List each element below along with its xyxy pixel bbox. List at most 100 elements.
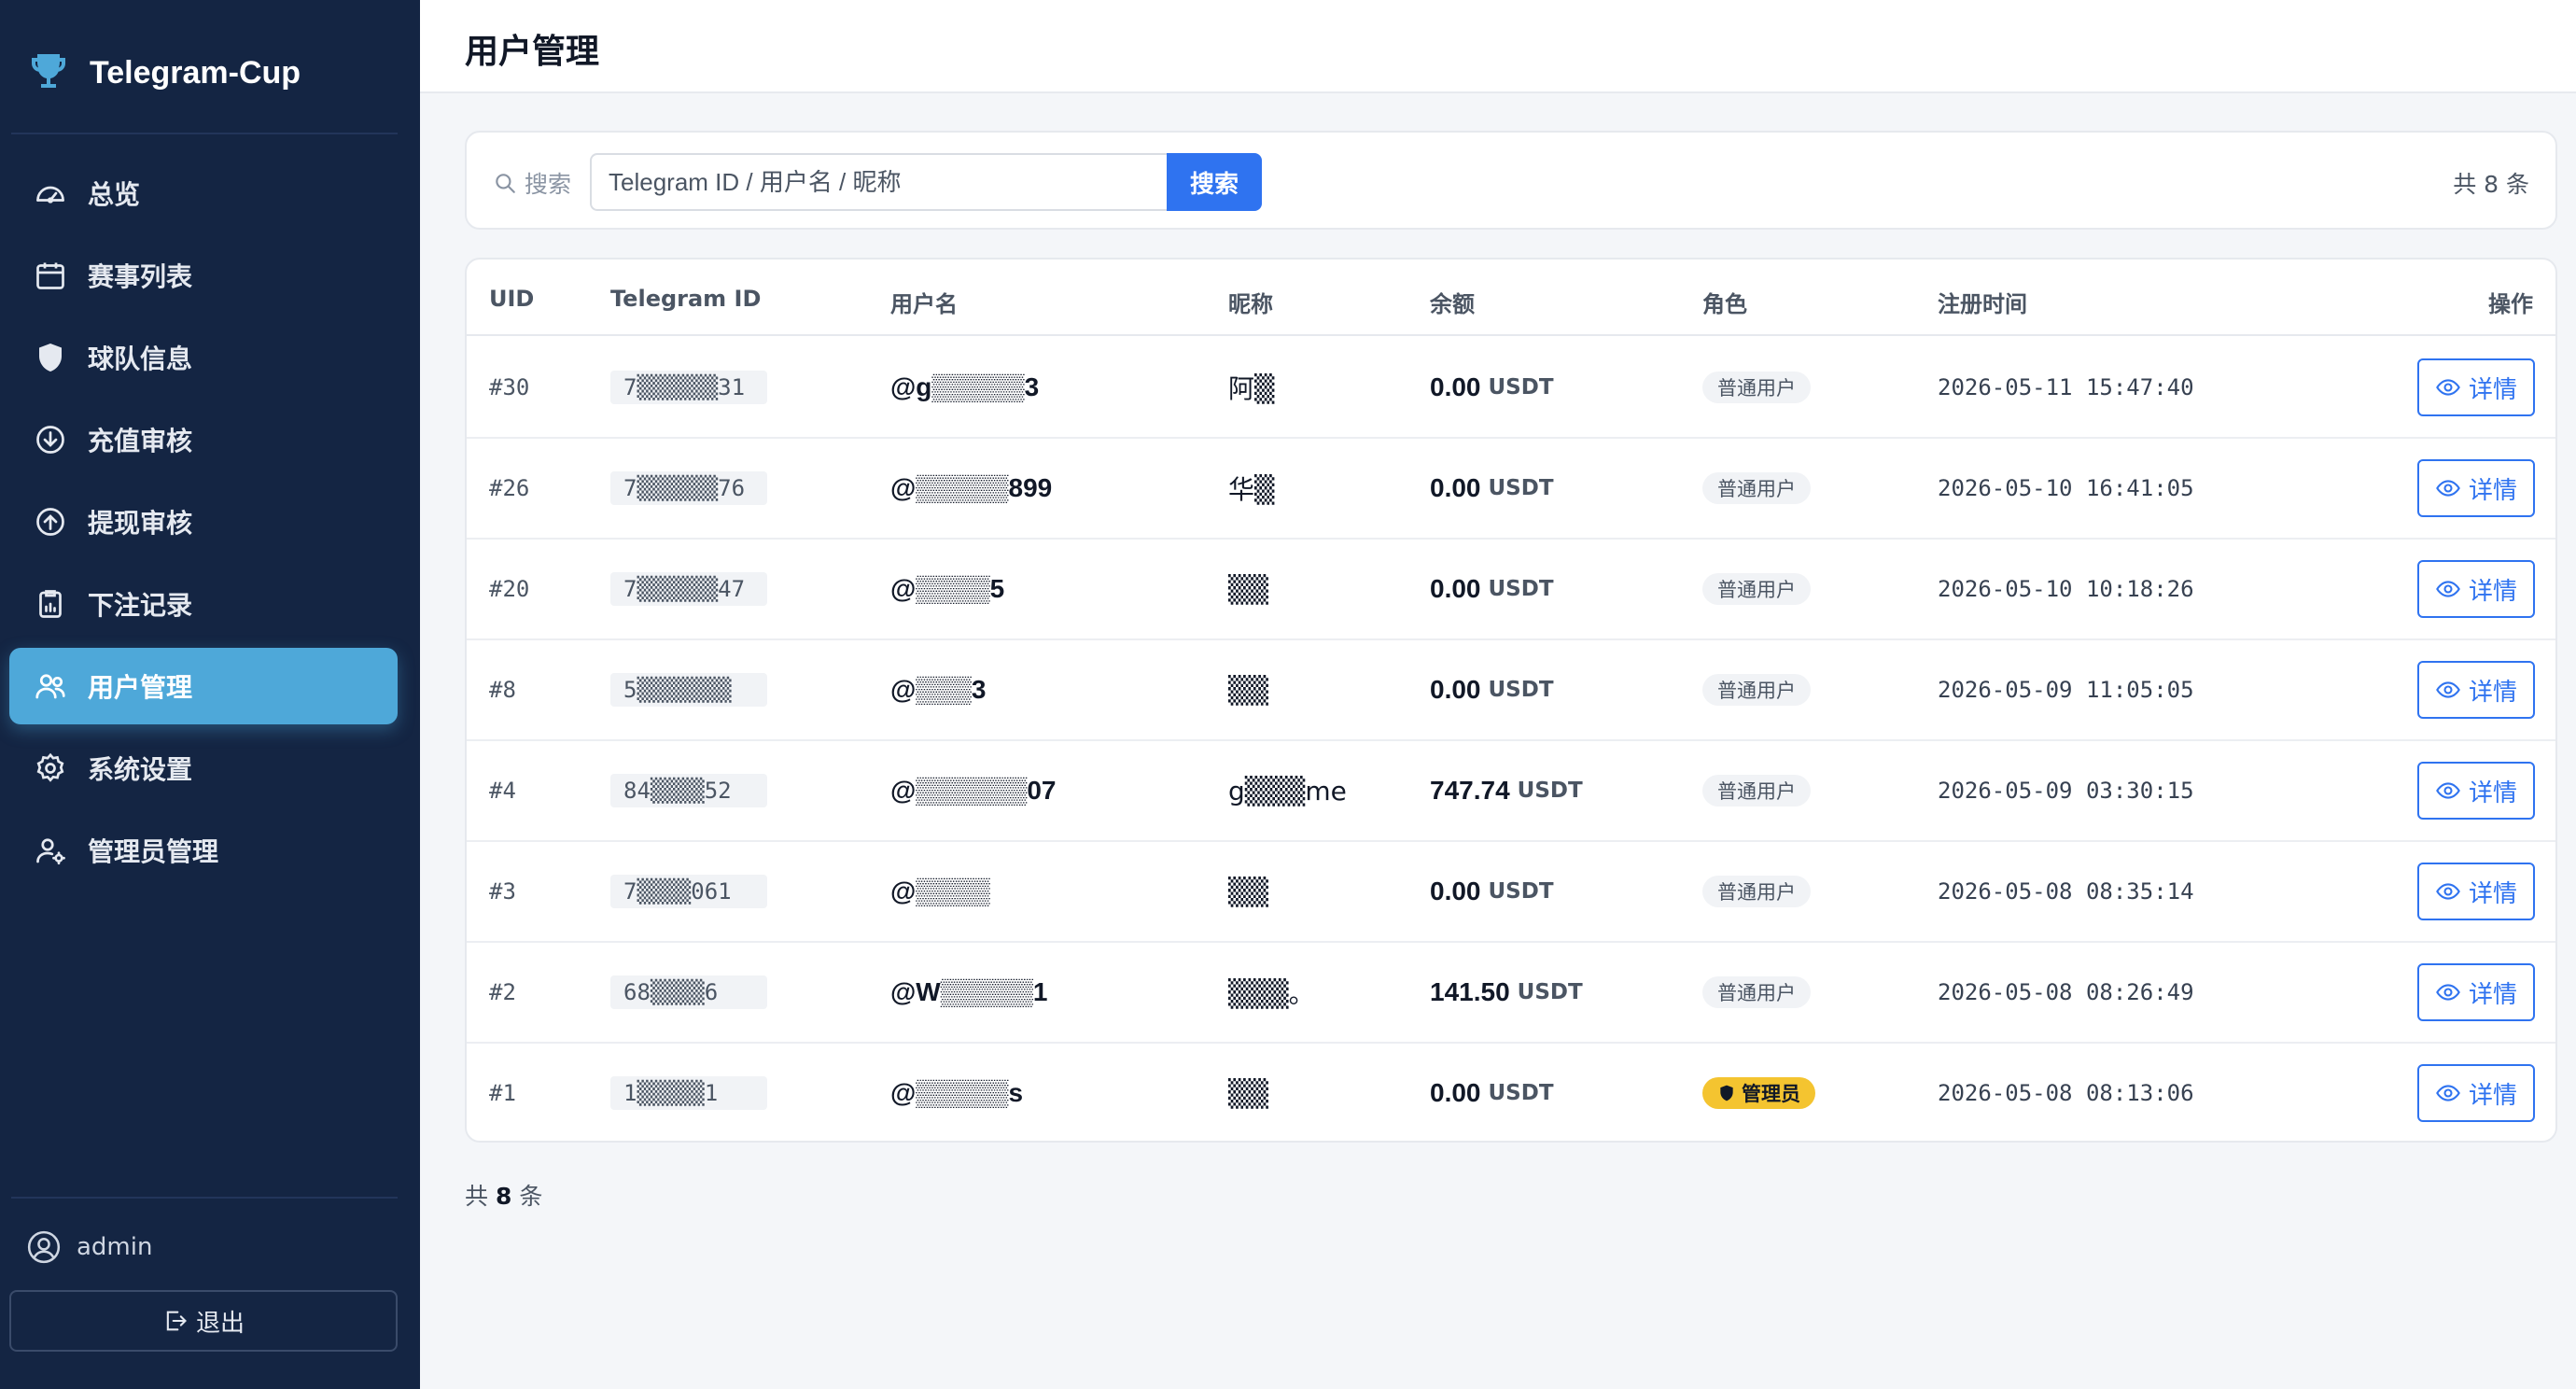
sidebar-item-matches[interactable]: 赛事列表: [9, 237, 398, 314]
detail-button[interactable]: 详情: [2417, 560, 2535, 618]
telegram-id: 7▒▒▒▒061: [610, 875, 767, 908]
role-cell: 普通用户: [1702, 439, 1811, 538]
balance-cell: 0.00 USDT: [1430, 640, 1554, 739]
sidebar-item-user-management[interactable]: 用户管理: [9, 648, 398, 724]
uid-cell: #30: [489, 374, 530, 400]
brand-title: Telegram-Cup: [90, 54, 301, 91]
eye-icon: [2436, 480, 2460, 497]
arrow-down-circle-icon: [36, 426, 64, 454]
role-badge: 普通用户: [1702, 674, 1811, 706]
sidebar-item-overview[interactable]: 总览: [9, 155, 398, 232]
detail-button[interactable]: 详情: [2417, 762, 2535, 820]
username-cell: @▒▒▒3: [890, 675, 987, 704]
balance-cell: 747.74 USDT: [1430, 741, 1583, 840]
users-icon: [35, 674, 65, 699]
nickname-cell: ▒▒▒。: [1228, 978, 1315, 1009]
telegram-id-cell: 7▒▒▒▒061: [610, 842, 767, 941]
divider: [11, 1197, 398, 1199]
uid-cell: #2: [489, 979, 516, 1005]
registered-time-cell: 2026-05-10 16:41:05: [1938, 475, 2194, 501]
role-badge: 管理员: [1702, 1077, 1815, 1109]
shield-icon: [1720, 1085, 1733, 1101]
users-table: UID Telegram ID 用户名 昵称 余额 角色 注册时间 操作 #30…: [465, 258, 2557, 1143]
telegram-id-cell: 7▒▒▒▒▒▒76: [610, 439, 767, 538]
column-header-username[interactable]: 用户名: [890, 286, 958, 318]
balance-value: 0.00: [1430, 372, 1481, 401]
balance-cell: 141.50 USDT: [1430, 943, 1583, 1042]
eye-icon: [2436, 984, 2460, 1001]
actions-cell: 详情: [2417, 640, 2535, 739]
balance-unit: USDT: [1488, 1081, 1554, 1105]
table-header: UID Telegram ID 用户名 昵称 余额 角色 注册时间 操作: [467, 260, 2555, 336]
column-header-telegram-id[interactable]: Telegram ID: [610, 286, 761, 312]
actions-cell: 详情: [2417, 439, 2535, 538]
uid-cell: #8: [489, 677, 516, 703]
column-header-uid[interactable]: UID: [489, 286, 534, 312]
detail-button[interactable]: 详情: [2417, 963, 2535, 1021]
detail-button[interactable]: 详情: [2417, 358, 2535, 416]
balance-value: 0.00: [1430, 1078, 1481, 1107]
role-badge: 普通用户: [1702, 976, 1811, 1008]
detail-button[interactable]: 详情: [2417, 459, 2535, 517]
column-header-registered[interactable]: 注册时间: [1938, 286, 2027, 318]
sidebar-item-deposit-review[interactable]: 充值审核: [9, 401, 398, 478]
sidebar-item-label: 提现审核: [88, 508, 193, 539]
column-header-role[interactable]: 角色: [1702, 286, 1747, 318]
registered-time-cell: 2026-05-08 08:26:49: [1938, 979, 2194, 1005]
sidebar-item-admin-management[interactable]: 管理员管理: [9, 812, 398, 889]
search-input[interactable]: [590, 153, 1167, 211]
sidebar-item-label: 用户管理: [88, 672, 193, 703]
actions-cell: 详情: [2417, 540, 2535, 638]
balance-unit: USDT: [1488, 476, 1554, 500]
role-badge: 普通用户: [1702, 876, 1811, 907]
telegram-id: 1▒▒▒▒▒1: [610, 1076, 767, 1110]
username-cell: @▒▒▒▒▒s: [890, 1078, 1024, 1107]
page-header: 用户管理: [420, 0, 2576, 93]
sidebar-item-label: 充值审核: [88, 426, 193, 456]
actions-cell: 详情: [2417, 842, 2535, 941]
balance-cell: 0.00 USDT: [1430, 338, 1554, 437]
table-row: #3 7▒▒▒▒061 @▒▒▒▒ ▒▒ 0.00 USDT 普通用户 2026-05-08 …: [467, 842, 2555, 943]
avatar-icon: [27, 1230, 61, 1264]
sidebar-item-teams[interactable]: 球队信息: [9, 319, 398, 396]
arrow-up-circle-icon: [36, 508, 64, 536]
username: admin: [77, 1233, 153, 1261]
detail-button[interactable]: 详情: [2417, 661, 2535, 719]
search-bar: 搜索 搜索 共 8 条: [465, 131, 2557, 230]
uid-cell: #26: [489, 475, 530, 501]
actions-cell: 详情: [2417, 943, 2535, 1042]
sidebar-item-bet-records[interactable]: 下注记录: [9, 566, 398, 642]
eye-icon: [2436, 379, 2460, 396]
column-header-nickname[interactable]: 昵称: [1228, 286, 1273, 318]
detail-button[interactable]: 详情: [2417, 1064, 2535, 1122]
detail-button[interactable]: 详情: [2417, 863, 2535, 920]
username-cell: @g▒▒▒▒▒3: [890, 372, 1040, 401]
uid-cell: #1: [489, 1080, 516, 1106]
logout-label: 退出: [195, 1309, 245, 1338]
username-cell: @▒▒▒▒5: [890, 574, 1005, 603]
sidebar-item-label: 总览: [88, 179, 141, 210]
nickname-cell: ▒▒: [1228, 674, 1269, 706]
role-cell: 普通用户: [1702, 842, 1811, 941]
actions-cell: 详情: [2417, 741, 2535, 840]
balance-unit: USDT: [1517, 980, 1583, 1004]
telegram-id-cell: 84▒▒▒▒52: [610, 741, 767, 840]
logout-button[interactable]: 退出: [9, 1290, 398, 1352]
sidebar-item-withdraw-review[interactable]: 提现审核: [9, 484, 398, 560]
column-header-balance[interactable]: 余额: [1430, 286, 1475, 318]
gear-icon: [36, 752, 64, 782]
page-title: 用户管理: [465, 33, 600, 71]
nickname-cell: 华▒: [1228, 474, 1275, 505]
nickname-cell: g▒▒▒me: [1228, 775, 1347, 807]
balance-unit: USDT: [1488, 879, 1554, 904]
balance-cell: 0.00 USDT: [1430, 540, 1554, 638]
sidebar-item-settings[interactable]: 系统设置: [9, 730, 398, 807]
balance-value: 141.50: [1430, 977, 1510, 1006]
brand[interactable]: Telegram-Cup: [26, 45, 301, 101]
balance-value: 0.00: [1430, 473, 1481, 502]
table-row: #26 7▒▒▒▒▒▒76 @▒▒▒▒▒899 华▒ 0.00 USDT 普通用户 2026-…: [467, 439, 2555, 540]
sidebar-item-label: 赛事列表: [88, 261, 193, 292]
table-row: #1 1▒▒▒▒▒1 @▒▒▒▒▒s ▒▒ 0.00 USDT 管理员 2026-05-08 …: [467, 1044, 2555, 1141]
search-button[interactable]: 搜索: [1167, 153, 1262, 211]
table-row: #8 5▒▒▒▒▒▒▒ @▒▒▒3 ▒▒ 0.00 USDT 普通用户 2026-05-09 …: [467, 640, 2555, 741]
